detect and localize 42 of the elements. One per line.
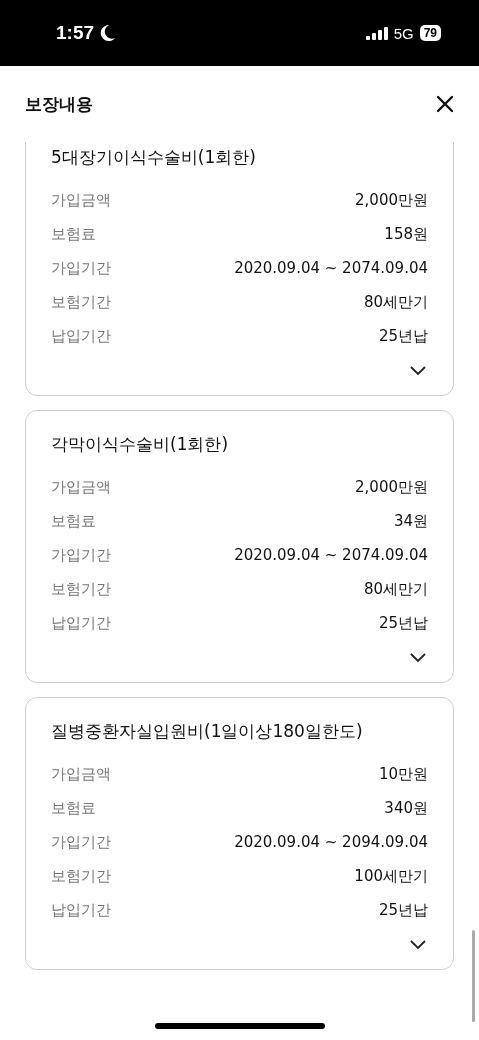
- field-label: 납입기간: [51, 326, 111, 346]
- field-value: 340원: [384, 798, 428, 818]
- field-label: 납입기간: [51, 900, 111, 920]
- field-label: 가입기간: [51, 545, 111, 565]
- field-label: 보험료: [51, 798, 96, 818]
- field-label: 보험기간: [51, 866, 111, 886]
- field-label: 가입금액: [51, 190, 111, 210]
- network-label: 5G: [393, 24, 414, 42]
- coverage-name: 각막이식수술비(1회한): [51, 433, 230, 456]
- field-label: 보험기간: [51, 292, 111, 312]
- field-value: 2,000만원: [355, 477, 428, 497]
- field-value: 158원: [384, 224, 428, 244]
- field-value: 2,000만원: [355, 190, 428, 210]
- field-value: 2020.09.04 ~ 2074.09.04: [234, 259, 428, 277]
- chevron-down-icon[interactable]: [408, 650, 428, 664]
- coverage-name: 5대장기이식수술비(1회한): [51, 146, 257, 169]
- close-button[interactable]: [435, 94, 455, 114]
- field-label: 보험기간: [51, 579, 111, 599]
- field-value: 2020.09.04 ~ 2094.09.04: [234, 833, 428, 851]
- status-time: 1:57: [56, 22, 95, 44]
- field-value: 25년납: [378, 613, 428, 633]
- battery-indicator: 79: [419, 25, 441, 41]
- field-label: 납입기간: [51, 613, 111, 633]
- chevron-down-icon[interactable]: [408, 363, 428, 377]
- field-label: 가입금액: [51, 477, 111, 497]
- field-value: 80세만기: [363, 292, 428, 312]
- field-value: 80세만기: [363, 579, 428, 599]
- coverage-name: 질병중환자실입원비(1일이상180일한도): [51, 720, 364, 743]
- chevron-down-icon[interactable]: [408, 937, 428, 951]
- field-label: 보험료: [51, 224, 96, 244]
- field-value: 34원: [393, 511, 428, 531]
- page-title: 보장내용: [25, 92, 93, 116]
- field-value: 10만원: [378, 764, 428, 784]
- field-value: 25년납: [378, 900, 428, 920]
- field-label: 보험료: [51, 511, 96, 531]
- field-label: 가입기간: [51, 832, 111, 852]
- signal-icon: [365, 26, 388, 40]
- field-label: 가입기간: [51, 258, 111, 278]
- field-value: 25년납: [378, 326, 428, 346]
- field-value: 100세만기: [354, 866, 428, 886]
- field-value: 2020.09.04 ~ 2074.09.04: [234, 546, 428, 564]
- field-label: 가입금액: [51, 764, 111, 784]
